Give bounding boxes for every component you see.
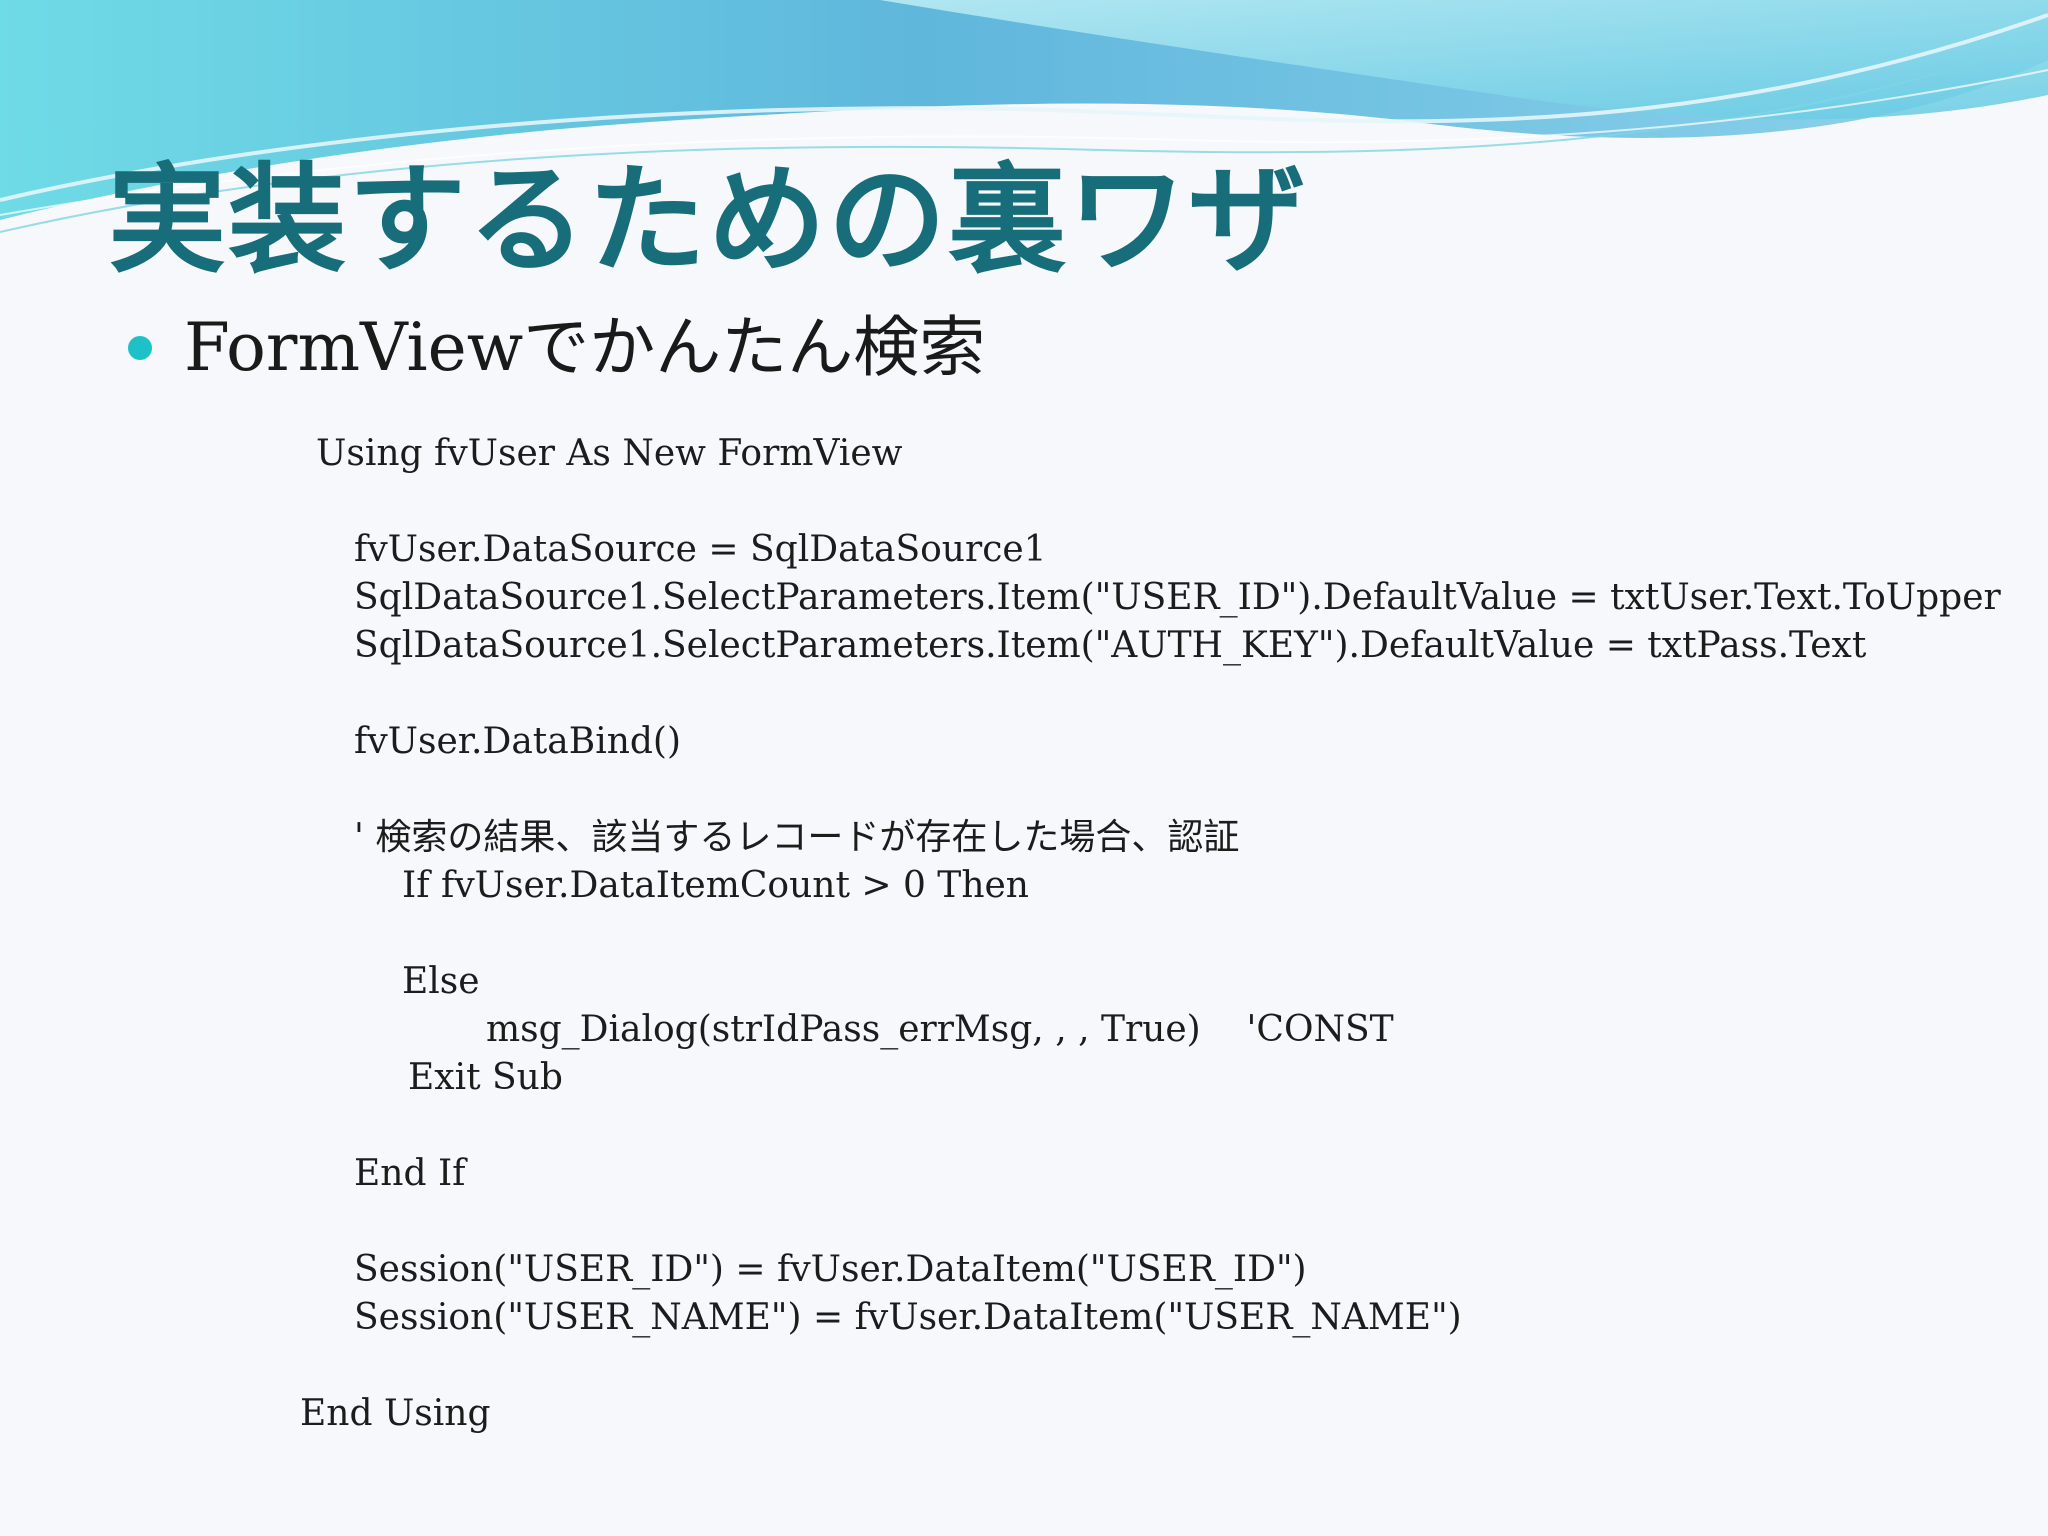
slide: 実装するための裏ワザ FormViewでかんたん検索 Using fvUser … (0, 0, 2048, 1536)
code-line: Session("USER_NAME") = fvUser.DataItem("… (354, 1297, 1462, 1338)
code-line: Session("USER_ID") = fvUser.DataItem("US… (354, 1249, 1307, 1290)
code-line: End Using (300, 1393, 491, 1434)
code-line: Else (402, 961, 480, 1002)
code-line: SqlDataSource1.SelectParameters.Item("AU… (354, 625, 1867, 666)
code-line: Using fvUser As New FormView (316, 433, 903, 474)
code-line: Exit Sub (408, 1057, 563, 1098)
code-line: fvUser.DataSource = SqlDataSource1 (354, 529, 1047, 570)
code-line: msg_Dialog(strIdPass_errMsg, , , True) '… (486, 1009, 1394, 1050)
code-line: SqlDataSource1.SelectParameters.Item("US… (354, 577, 2001, 618)
code-comment: ' 検索の結果、該当するレコードが存在した場合、認証 (354, 817, 1240, 858)
code-line: If fvUser.DataItemCount > 0 Then (402, 865, 1029, 906)
code-line: End If (354, 1153, 466, 1194)
code-block: Using fvUser As New FormView fvUser.Data… (0, 0, 2048, 1536)
code-line: fvUser.DataBind() (354, 721, 682, 762)
